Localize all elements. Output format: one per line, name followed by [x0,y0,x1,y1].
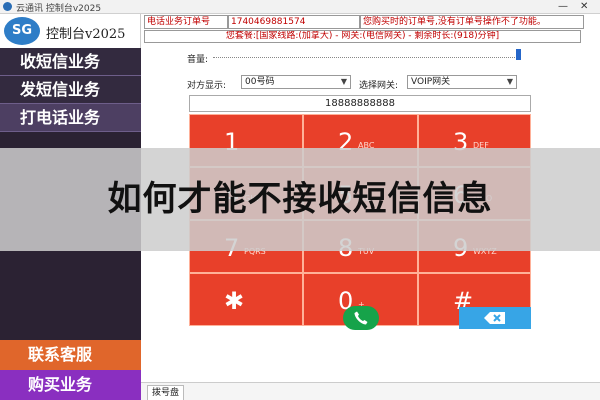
delete-button[interactable] [459,307,531,329]
volume-slider-thumb[interactable] [516,49,521,60]
window-titlebar: 云通讯 控制台v2025 — ✕ [0,0,600,14]
volume-slider-track[interactable] [213,57,519,59]
keypad-digit: ✱ [224,287,245,315]
order-input[interactable]: 1740469881574 [228,15,360,29]
gateway-value: VOIP网关 [411,77,451,87]
phone-number-display[interactable]: 18888888888 [189,95,531,112]
backspace-icon [484,312,505,324]
app-icon [3,2,12,11]
caller-display-value: 00号码 [245,77,275,87]
logo-row: SG 控制台v2025 [0,14,141,48]
caller-display-select[interactable]: 00号码 ▼ [241,75,351,89]
buy-service-button[interactable]: 购买业务 [0,370,141,400]
sidebar-item-receive-sms[interactable]: 收短信业务 [0,48,141,76]
chevron-down-icon: ▼ [506,77,513,86]
volume-label: 音量: [187,55,209,65]
caller-display-label: 对方显示: [187,81,227,91]
tab-dialpad[interactable]: 拨号盘 [147,385,185,400]
sidebar-item-send-sms[interactable]: 发短信业务 [0,76,141,104]
gateway-label: 选择网关: [359,81,399,91]
close-button[interactable]: ✕ [580,0,588,14]
contact-support-button[interactable]: 联系客服 [0,340,141,370]
keypad-key-star[interactable]: ✱ [189,273,303,326]
phone-icon [354,311,368,325]
overlay-banner: 如何才能不接收短信信息 [0,148,600,251]
overlay-title: 如何才能不接收短信信息 [107,179,493,219]
window-title: 云通讯 控制台v2025 [16,4,102,14]
sidebar-item-phone-call[interactable]: 打电话业务 [0,104,141,132]
order-hint: 您购买时的订单号,没有订单号操作不了功能。 [360,15,584,29]
call-button[interactable] [343,306,379,330]
chevron-down-icon: ▼ [340,77,347,86]
logo-icon: SG [4,17,40,45]
tab-bar: 拨号盘 [141,382,600,400]
app-name: 控制台v2025 [46,27,126,42]
gateway-select[interactable]: VOIP网关 ▼ [407,75,517,89]
minimize-button[interactable]: — [558,0,568,14]
package-info: 您套餐:[国家线路:(加拿大) - 网关:(电信网关) - 剩余时长:(918)… [144,30,581,43]
order-label: 电话业务订单号 [144,15,228,29]
